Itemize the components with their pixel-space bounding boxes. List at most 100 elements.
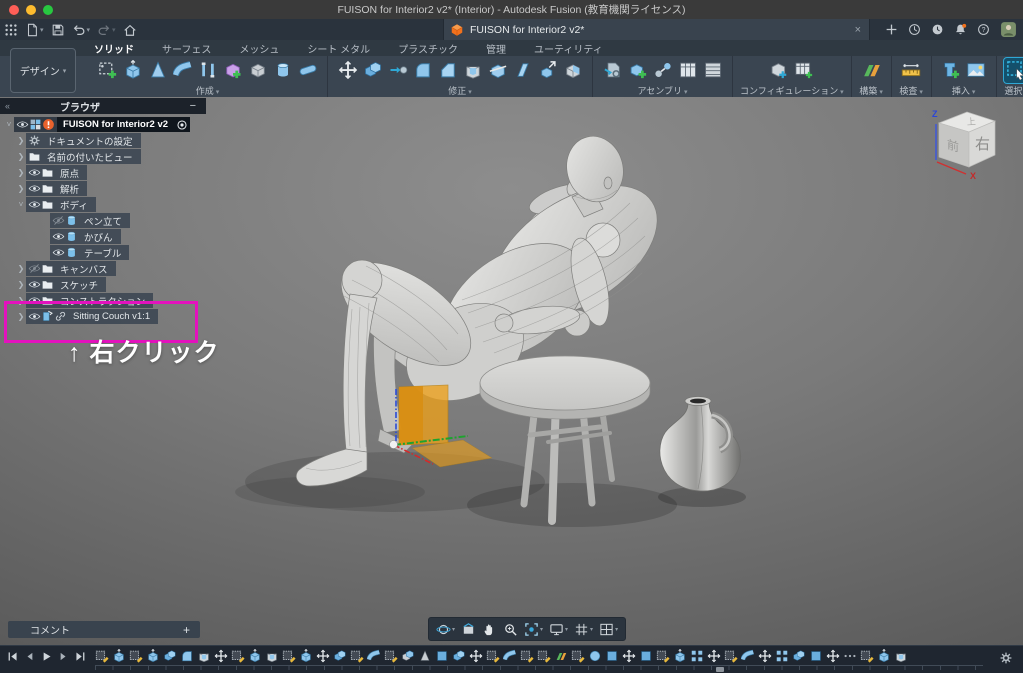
tool-joint-table[interactable] [675, 58, 700, 83]
timeline-play-button[interactable] [40, 650, 53, 668]
help-button[interactable]: ? [977, 23, 990, 36]
tool-insert-canvas[interactable] [964, 58, 989, 83]
browser-header[interactable]: « ブラウザ − [0, 98, 206, 114]
chevron-right-icon[interactable]: ❯ [16, 168, 26, 177]
chevron-right-icon[interactable]: ❯ [16, 152, 26, 161]
timeline-step-back-button[interactable] [23, 650, 36, 668]
chevron-right-icon[interactable]: ❯ [16, 184, 26, 193]
ribbon-tab-サーフェス[interactable]: サーフェス [160, 40, 213, 57]
eye-icon[interactable] [28, 182, 41, 195]
browser-row-analysis[interactable]: ❯ 解析 [0, 181, 206, 196]
chevron-down-icon[interactable]: ˅ [16, 200, 26, 209]
timeline-go-to-end-button[interactable] [74, 650, 87, 668]
timeline-ruler[interactable] [95, 665, 983, 670]
eye-icon[interactable] [28, 198, 41, 211]
nav-multiple-views-button[interactable]: ▾ [597, 622, 620, 637]
eye-off-icon[interactable] [52, 214, 65, 227]
nav-look-at-button[interactable] [459, 622, 478, 637]
toolbar-group-label[interactable]: コンフィギュレーション [740, 84, 844, 97]
browser-row-body-table[interactable]: テーブル [0, 245, 206, 260]
browser-row-label[interactable]: スケッチ [56, 277, 106, 292]
toolbar-group-label[interactable]: 修正 [448, 84, 471, 97]
tool-select-window[interactable] [1004, 58, 1023, 83]
toolbar-group-label[interactable]: 構築 [859, 84, 882, 97]
add-comment-button[interactable]: + [183, 623, 190, 637]
browser-row-label[interactable]: ドキュメントの設定 [43, 133, 141, 148]
eye-icon[interactable] [52, 230, 65, 243]
tool-scale[interactable] [535, 58, 560, 83]
eye-icon[interactable] [28, 166, 41, 179]
toolbar-group-label[interactable]: アセンブリ [637, 84, 687, 97]
tool-fillet[interactable] [410, 58, 435, 83]
browser-row-sketches[interactable]: ❯スケッチ [0, 277, 206, 292]
ribbon-tab-ソリッド[interactable]: ソリッド [92, 40, 136, 57]
tool-press-pull[interactable] [360, 58, 385, 83]
tool-bom-table[interactable] [700, 58, 725, 83]
tool-offset-face[interactable] [385, 58, 410, 83]
chevron-right-icon[interactable]: ❯ [16, 264, 26, 273]
eye-icon[interactable] [52, 246, 65, 259]
new-tab-button[interactable] [885, 23, 898, 36]
browser-row-body-pen-stand[interactable]: ペン立て [0, 213, 206, 228]
comment-bar[interactable]: コメント + [8, 621, 200, 638]
file-menu-button[interactable]: ▾ [25, 23, 44, 37]
activate-icon[interactable] [176, 119, 188, 131]
browser-row-document-settings[interactable]: ❯ ドキュメントの設定 [0, 133, 206, 148]
browser-row-label[interactable]: 名前の付いたビュー [43, 149, 141, 164]
browser-row-named-views[interactable]: ❯ 名前の付いたビュー [0, 149, 206, 164]
browser-row-label[interactable]: 原点 [56, 165, 87, 180]
redo-button[interactable]: ▾ [97, 23, 116, 37]
tool-primitive-cylinder[interactable] [270, 58, 295, 83]
tool-extrude[interactable] [120, 58, 145, 83]
browser-row-label[interactable]: テーブル [80, 245, 129, 260]
tool-shell[interactable] [460, 58, 485, 83]
tool-move[interactable] [335, 58, 360, 83]
tool-configuration-cube[interactable] [767, 58, 792, 83]
tool-replace-face[interactable] [560, 58, 585, 83]
chevron-right-icon[interactable]: ❯ [16, 136, 26, 145]
browser-row-origin[interactable]: ❯ 原点 [0, 165, 206, 180]
tool-create-sketch[interactable] [95, 58, 120, 83]
collapse-browser-icon[interactable]: « [5, 101, 10, 111]
workspace-selector[interactable]: デザイン [10, 48, 76, 93]
browser-row-label[interactable]: 解析 [56, 181, 87, 196]
browser-row-label[interactable]: かびん [80, 229, 121, 244]
home-button[interactable] [123, 23, 137, 37]
timeline-settings-gear-icon[interactable] [999, 651, 1013, 665]
timeline-step-forward-button[interactable] [57, 650, 70, 668]
browser-row-body-vase[interactable]: かびん [0, 229, 206, 244]
tool-insert-mesh[interactable] [939, 58, 964, 83]
tool-split-body[interactable] [485, 58, 510, 83]
toolbar-group-label[interactable]: 検査 [899, 84, 922, 97]
nav-orbit-button[interactable]: ▾ [434, 622, 457, 637]
tool-create-form[interactable] [220, 58, 245, 83]
nav-pan-button[interactable] [480, 622, 499, 637]
browser-row-canvases[interactable]: ❯キャンバス [0, 261, 206, 276]
tool-revolve[interactable] [145, 58, 170, 83]
ribbon-tab-管理[interactable]: 管理 [484, 40, 508, 57]
minimize-browser-button[interactable]: − [190, 100, 196, 112]
undo-button[interactable]: ▾ [72, 23, 91, 37]
nav-fit-button[interactable]: ▾ [522, 622, 545, 637]
browser-row-bodies[interactable]: ˅ ボディ [0, 197, 206, 212]
ribbon-tab-メッシュ[interactable]: メッシュ [237, 40, 281, 57]
browser-row-label[interactable]: FUISON for Interior2 v2 [57, 117, 174, 132]
chevron-down-icon[interactable]: ˅ [4, 120, 14, 129]
browser-row-label[interactable]: ボディ [56, 197, 96, 212]
browser-row-root[interactable]: ˅ FUISON for Interior2 v2 [0, 117, 206, 132]
tool-construction-plane[interactable] [859, 58, 884, 83]
save-button[interactable] [51, 23, 65, 37]
ribbon-tab-シート メタル[interactable]: シート メタル [305, 40, 372, 57]
eye-off-icon[interactable] [28, 262, 41, 275]
timeline-position-marker[interactable] [716, 667, 724, 672]
tool-draft[interactable] [510, 58, 535, 83]
tool-measure[interactable] [899, 58, 924, 83]
nav-zoom-button[interactable] [501, 622, 520, 637]
tool-joint[interactable] [650, 58, 675, 83]
toolbar-group-label[interactable]: 挿入 [952, 84, 975, 97]
notifications-button[interactable] [954, 23, 967, 36]
nav-grid-display-button[interactable]: ▾ [572, 622, 595, 637]
ribbon-tab-プラスチック[interactable]: プラスチック [396, 40, 460, 57]
tool-configuration-table[interactable] [792, 58, 817, 83]
tool-primitive-box[interactable] [245, 58, 270, 83]
